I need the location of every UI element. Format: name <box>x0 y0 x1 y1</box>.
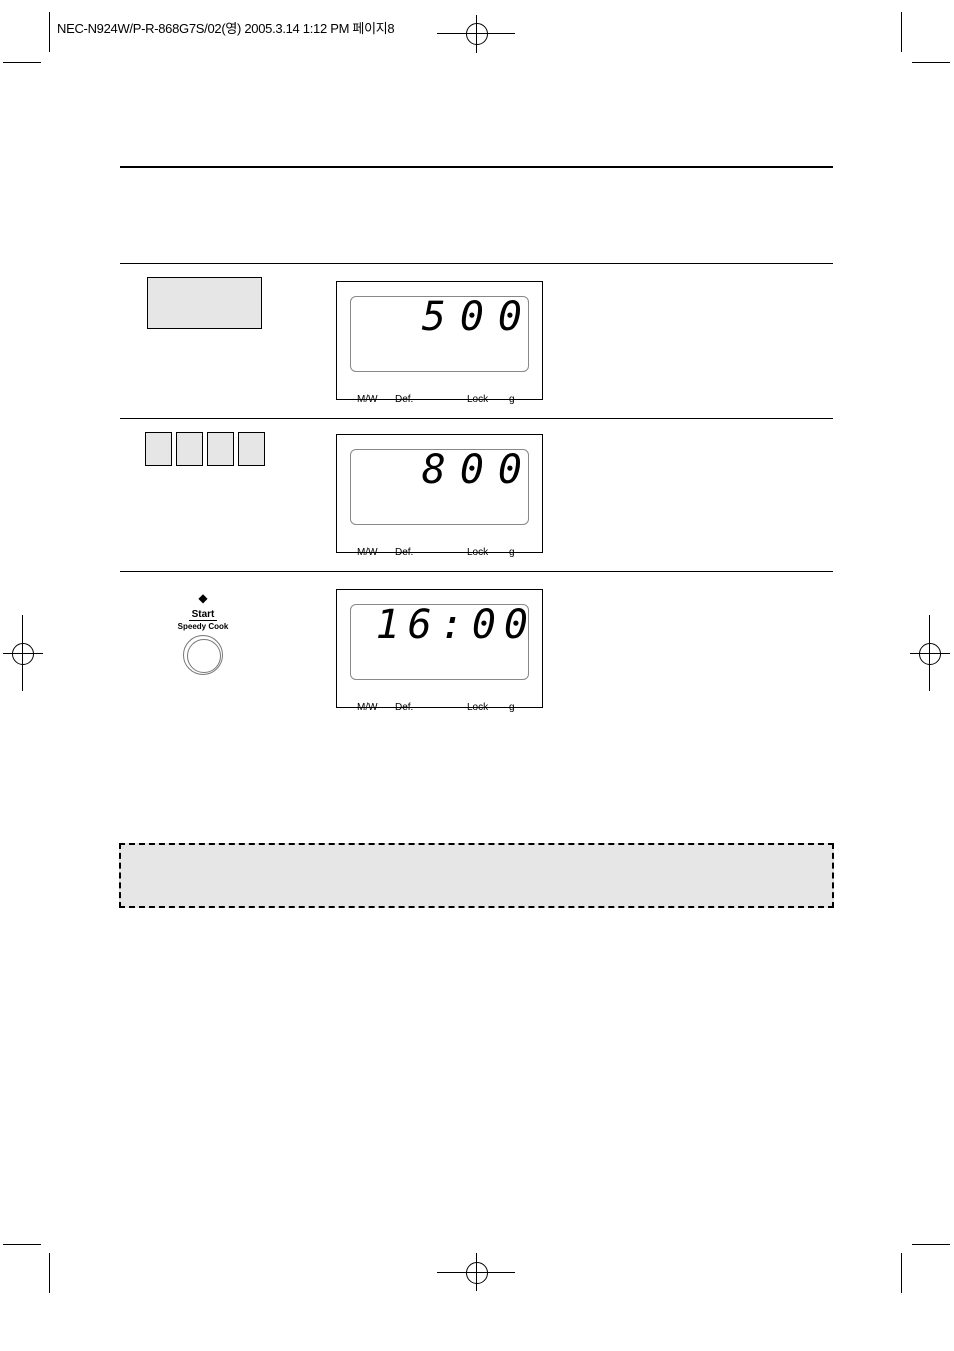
note-box <box>119 843 834 908</box>
number-button[interactable] <box>176 432 203 466</box>
number-button[interactable] <box>238 432 265 466</box>
start-button[interactable] <box>183 635 223 675</box>
crop-mark <box>901 12 902 52</box>
crop-mark <box>3 62 41 63</box>
registration-circle-icon <box>466 23 488 45</box>
display-panel: 16:00 M/W Def. Lock g <box>336 589 543 713</box>
display-panel: 800 M/W Def. Lock g <box>336 434 543 558</box>
row-divider <box>120 418 833 419</box>
start-diamond-icon: ◆ <box>198 591 208 605</box>
indicator-mw: M/W <box>357 394 378 405</box>
indicator-g: g <box>509 702 515 713</box>
manual-page: NEC-N924W/P-R-868G7S/02(영) 2005.3.14 1:1… <box>0 0 954 1351</box>
crop-mark <box>901 1253 902 1293</box>
indicator-mw: M/W <box>357 702 378 713</box>
indicator-g: g <box>509 394 515 405</box>
registration-circle-icon <box>919 643 941 665</box>
crop-mark <box>49 1253 50 1293</box>
number-button[interactable] <box>145 432 172 466</box>
indicator-lock: Lock <box>467 702 489 713</box>
indicator-mw: M/W <box>357 547 378 558</box>
row-divider <box>120 263 833 264</box>
indicator-def: Def. <box>395 702 414 713</box>
start-label: Start <box>188 609 218 621</box>
indicator-def: Def. <box>395 547 414 558</box>
start-button-inner-ring <box>187 639 221 673</box>
crop-mark <box>49 12 50 52</box>
indicator-lock: Lock <box>467 394 489 405</box>
number-button[interactable] <box>207 432 234 466</box>
title-rule <box>120 166 833 168</box>
registration-circle-icon <box>466 1262 488 1284</box>
display-panel: 500 M/W Def. Lock g <box>336 281 543 405</box>
crop-mark <box>912 1244 950 1245</box>
speedy-cook-label: Speedy Cook <box>177 622 229 631</box>
start-button-group[interactable]: ◆ Start Speedy Cook <box>153 592 253 675</box>
display-digits: 800 <box>421 447 536 493</box>
indicator-g: g <box>509 547 515 558</box>
print-slug: NEC-N924W/P-R-868G7S/02(영) 2005.3.14 1:1… <box>57 21 395 36</box>
crop-mark <box>912 62 950 63</box>
indicator-lock: Lock <box>467 547 489 558</box>
display-digits: 16:00 <box>375 602 536 648</box>
crop-mark <box>3 1244 41 1245</box>
row-divider <box>120 571 833 572</box>
indicator-def: Def. <box>395 394 414 405</box>
registration-circle-icon <box>12 643 34 665</box>
food-button[interactable] <box>147 277 262 329</box>
display-digits: 500 <box>421 294 536 340</box>
